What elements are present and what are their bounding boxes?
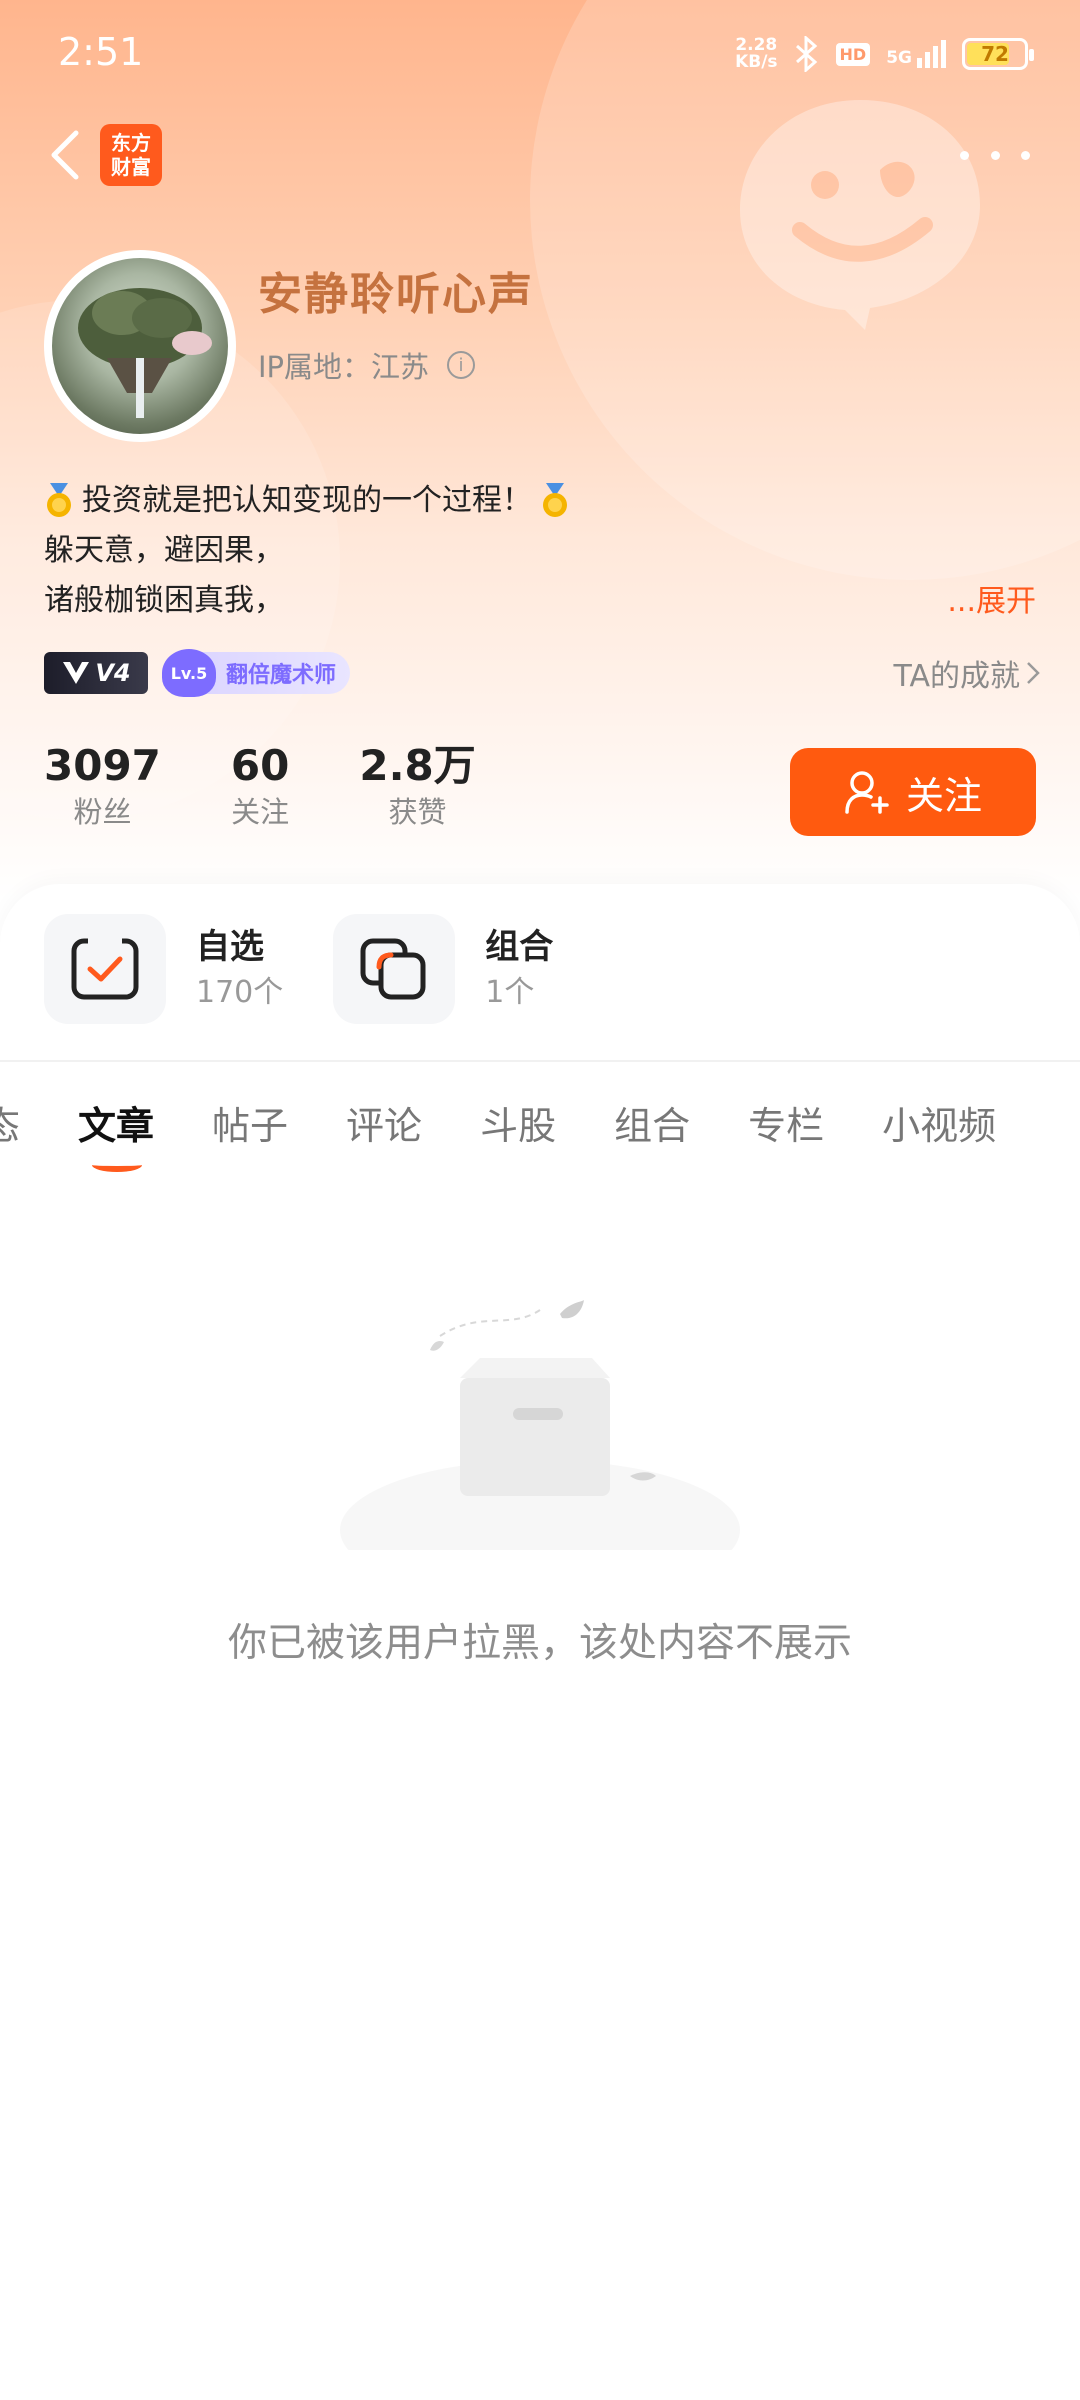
shortcut-watchlist[interactable]: 自选 170个 <box>44 914 283 1024</box>
medal-icon <box>543 483 567 517</box>
dot-icon <box>990 150 1000 160</box>
stat-following[interactable]: 60 关注 <box>231 740 289 840</box>
bio-line: 诸般枷锁困真我， <box>44 583 284 618</box>
battery-icon: 72 <box>962 38 1034 70</box>
expand-bio-link[interactable]: ...展开 <box>947 576 1036 620</box>
tab-stock-battle[interactable]: 斗股 <box>480 1092 556 1152</box>
follow-button[interactable]: 关注 <box>790 748 1036 836</box>
tab-bar: 态 文章 帖子 评论 斗股 组合 专栏 小视频 <box>0 1092 1054 1172</box>
avatar-image <box>52 258 228 434</box>
vip-badge[interactable]: V4 <box>44 652 148 694</box>
chevron-left-icon <box>51 130 79 180</box>
shortcuts: 自选 170个 组合 1个 <box>44 914 553 1024</box>
add-user-icon <box>845 771 889 814</box>
bio: 投资就是把认知变现的一个过程！ 躲天意，避因果， 诸般枷锁困真我， <box>44 476 1044 626</box>
empty-box-icon <box>340 1300 740 1550</box>
network-speed: 2.28 KB/s <box>735 35 778 72</box>
status-time: 2:51 <box>58 30 144 74</box>
status-bar: 2:51 2.28 KB/s HD 5G 72 <box>0 0 1080 110</box>
tab-dynamics[interactable]: 态 <box>0 1092 20 1152</box>
shortcut-portfolio[interactable]: 组合 1个 <box>333 914 553 1024</box>
tab-comments[interactable]: 评论 <box>346 1092 422 1152</box>
ip-location: IP属地：江苏 i <box>258 344 476 386</box>
info-icon[interactable]: i <box>447 351 476 379</box>
chevron-right-icon <box>1027 662 1040 684</box>
hd-icon: HD <box>835 42 871 66</box>
active-tab-indicator <box>92 1158 143 1172</box>
tab-articles[interactable]: 文章 <box>78 1092 154 1172</box>
avatar[interactable] <box>44 250 236 442</box>
divider <box>0 1060 1080 1062</box>
v-logo-icon <box>63 662 90 684</box>
back-button[interactable] <box>40 125 90 185</box>
bluetooth-icon <box>795 36 817 72</box>
tab-short-video[interactable]: 小视频 <box>882 1092 996 1152</box>
watchlist-icon <box>44 914 166 1024</box>
profile-page: 2:51 2.28 KB/s HD 5G 72 东方 财富 安静聆听心声 IP属… <box>0 0 1080 2400</box>
bio-line: 躲天意，避因果， <box>44 533 284 568</box>
level-badge[interactable]: Lv.5 翻倍魔术师 <box>162 649 351 697</box>
app-logo[interactable]: 东方 财富 <box>100 124 162 186</box>
stat-likes[interactable]: 2.8万 获赞 <box>359 740 475 840</box>
mascot-watermark-icon <box>740 100 980 330</box>
stat-fans[interactable]: 3097 粉丝 <box>44 740 161 840</box>
tab-portfolio[interactable]: 组合 <box>614 1092 690 1152</box>
username: 安静聆听心声 <box>258 269 534 320</box>
tab-posts[interactable]: 帖子 <box>212 1092 288 1152</box>
bio-line: 投资就是把认知变现的一个过程！ <box>44 476 1044 526</box>
tab-column[interactable]: 专栏 <box>748 1092 824 1152</box>
status-icons: 2.28 KB/s HD 5G 72 <box>735 30 1034 78</box>
achievements-link[interactable]: TA的成就 <box>893 651 1040 695</box>
portfolio-icon <box>333 914 456 1024</box>
signal-icon: 5G <box>886 40 946 68</box>
empty-state-message: 你已被该用户拉黑，该处内容不展示 <box>227 1621 852 1666</box>
dot-icon <box>1021 150 1030 160</box>
medal-icon <box>47 483 71 517</box>
badges-row: V4 Lv.5 翻倍魔术师 TA的成就 <box>44 648 1040 698</box>
level-shield-icon: Lv.5 <box>162 649 216 697</box>
dot-icon <box>960 150 969 160</box>
stats: 3097 粉丝 60 关注 2.8万 获赞 <box>44 740 476 840</box>
more-options-button[interactable] <box>960 135 1030 175</box>
